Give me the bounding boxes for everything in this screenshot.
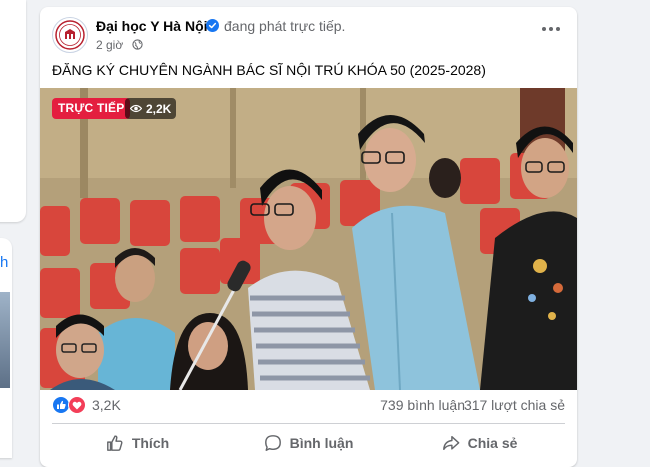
thumbs-up-icon bbox=[106, 435, 123, 451]
post-time[interactable]: 2 giờ bbox=[96, 38, 123, 52]
live-status-text: đang phát trực tiếp. bbox=[224, 18, 346, 34]
viewer-count-badge: 2,2K bbox=[125, 98, 177, 119]
dot-icon bbox=[542, 27, 546, 31]
like-label: Thích bbox=[131, 435, 170, 451]
post-actions: Thích Bình luận Chia sẻ bbox=[52, 427, 565, 459]
like-reaction-icon bbox=[52, 396, 70, 414]
page-avatar[interactable] bbox=[52, 17, 88, 53]
like-button[interactable]: Thích bbox=[52, 427, 223, 459]
share-button[interactable]: Chia sẻ bbox=[394, 427, 565, 459]
left-panel-thumbnail[interactable] bbox=[0, 292, 10, 388]
left-panel-card bbox=[0, 0, 26, 222]
post-card: Đại học Y Hà Nội đang phát trực tiếp. 2 … bbox=[40, 7, 577, 467]
viewer-count: 2,2K bbox=[146, 101, 172, 116]
share-count[interactable]: 317 lượt chia sẻ bbox=[464, 397, 565, 413]
left-panel-partial-text[interactable]: h bbox=[0, 254, 8, 271]
comment-icon bbox=[264, 435, 281, 451]
eye-icon bbox=[130, 104, 142, 113]
dot-icon bbox=[549, 27, 553, 31]
live-badge: TRỰC TIẾP bbox=[52, 98, 131, 119]
live-video[interactable]: TRỰC TIẾP 2,2K bbox=[40, 88, 577, 390]
post-text: ĐĂNG KÝ CHUYÊN NGÀNH BÁC SĨ NỘI TRÚ KHÓA… bbox=[52, 62, 486, 78]
reaction-icons[interactable] bbox=[52, 395, 88, 415]
love-reaction-icon bbox=[68, 396, 86, 414]
comment-button[interactable]: Bình luận bbox=[223, 427, 394, 459]
dot-icon bbox=[556, 27, 560, 31]
page-name[interactable]: Đại học Y Hà Nội bbox=[96, 18, 208, 34]
share-label: Chia sẻ bbox=[467, 435, 518, 451]
verified-badge-icon bbox=[206, 19, 219, 32]
university-logo-icon bbox=[55, 20, 85, 50]
more-options-button[interactable] bbox=[539, 21, 563, 37]
video-frame-scene bbox=[40, 88, 577, 390]
reactions-summary: 3,2K 739 bình luận 317 lượt chia sẻ bbox=[52, 395, 565, 417]
comment-label: Bình luận bbox=[289, 435, 354, 451]
share-icon bbox=[442, 435, 459, 451]
reaction-count[interactable]: 3,2K bbox=[92, 397, 121, 413]
comment-count[interactable]: 739 bình luận bbox=[380, 397, 465, 413]
divider bbox=[52, 423, 565, 424]
globe-icon bbox=[132, 39, 143, 50]
